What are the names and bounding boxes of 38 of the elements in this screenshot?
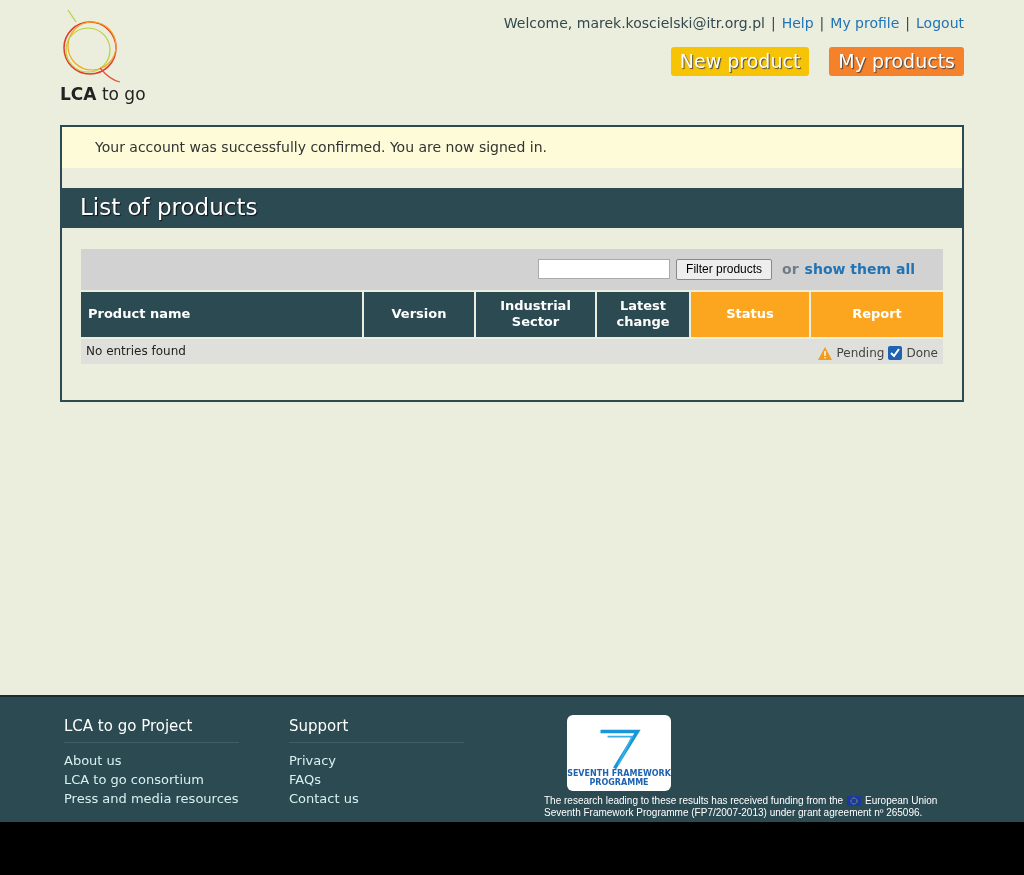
funding-text: The research leading to these results has received funding from the	[544, 795, 844, 807]
fp7-logo-text: SEVENTH FRAMEWORK	[567, 769, 671, 778]
funding-text: Seventh Framework Programme (FP7/2007-2013) under grant agreement nº 265096.	[544, 807, 924, 819]
filter-input[interactable]	[538, 259, 671, 279]
separator-text: |	[905, 14, 911, 34]
column-header: Latest change	[597, 291, 689, 337]
column-header: Version	[364, 291, 474, 337]
nav-link[interactable]: Help	[781, 13, 814, 34]
warning-icon	[818, 346, 833, 360]
empty-text: No entries found	[86, 343, 186, 360]
footer-link[interactable]: About us	[64, 750, 239, 770]
checkbox-icon	[888, 346, 903, 360]
footer-link[interactable]: LCA to go consortium	[64, 769, 239, 789]
separator-text: |	[819, 14, 825, 34]
separator-text: |	[770, 14, 776, 34]
nav-link[interactable]: My profile	[830, 13, 900, 34]
eu-flag-icon	[847, 796, 862, 806]
legend-label: Done	[906, 345, 938, 362]
column-header: Report	[811, 291, 943, 337]
footer-heading: Support	[289, 715, 464, 743]
flash-message: Your account was successfully confirmed. You are now signed in.	[62, 126, 962, 168]
column-header: Industrial Sector	[476, 291, 595, 337]
section-title: List of products	[62, 187, 962, 228]
fp7-logo-text: PROGRAMME	[589, 778, 649, 787]
footer-heading: LCA to go Project	[64, 715, 239, 743]
welcome-text: Welcome, marek.koscielski@itr.org.pl	[503, 14, 765, 33]
footer-link[interactable]: Press and media resources	[64, 788, 239, 808]
footer-link[interactable]: FAQs	[289, 769, 464, 789]
logo-text: LCA to go	[60, 83, 146, 106]
column-header: Product name	[81, 291, 362, 337]
funding-text: European Union	[865, 795, 938, 807]
or-text: or	[782, 259, 799, 279]
footer-link[interactable]: Privacy	[289, 750, 464, 770]
footer-link[interactable]: Contact us	[289, 788, 464, 808]
nav-link[interactable]: Logout	[916, 13, 964, 34]
filter-button[interactable]: Filter products	[676, 258, 773, 280]
column-header: Status	[691, 291, 809, 337]
legend-label: Pending	[836, 345, 885, 362]
